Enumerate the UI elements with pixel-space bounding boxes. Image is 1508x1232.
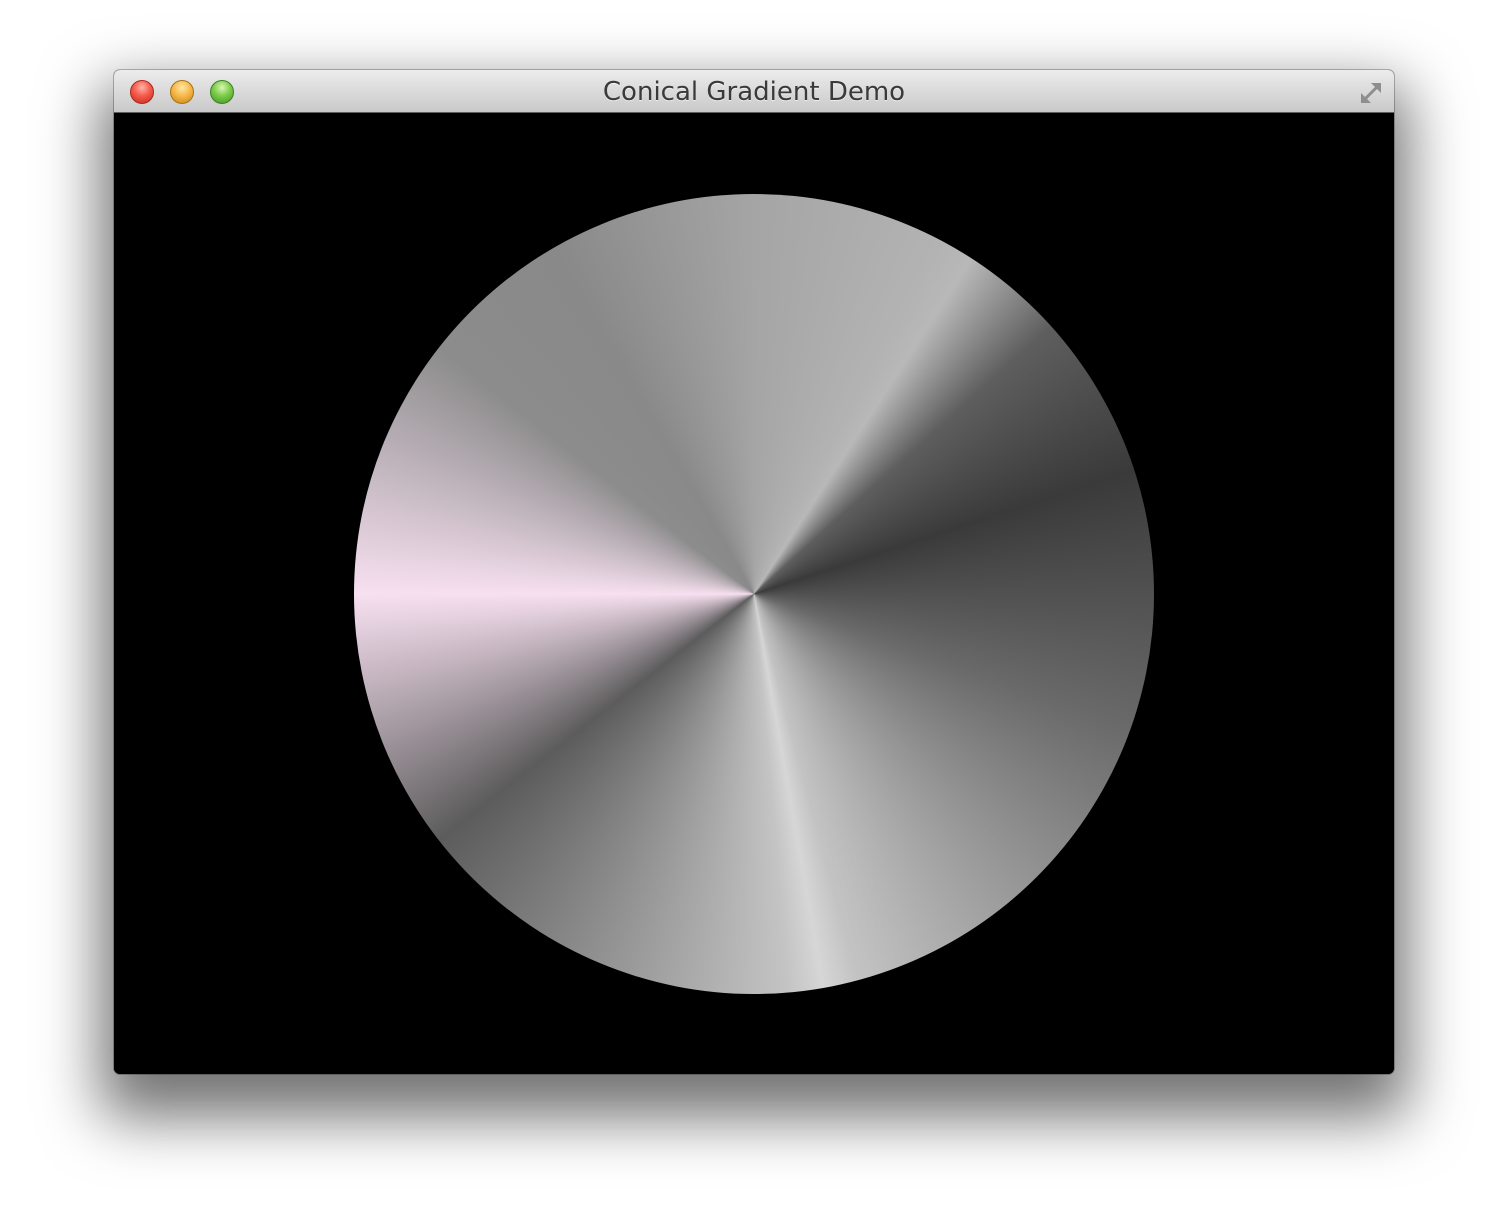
app-window: Conical Gradient Demo [114, 70, 1394, 1074]
window-title: Conical Gradient Demo [602, 77, 906, 107]
fullscreen-arrows-icon [1361, 83, 1381, 103]
drawing-canvas [114, 113, 1394, 1074]
conical-gradient-circle [354, 194, 1154, 994]
title-bar[interactable]: Conical Gradient Demo [114, 70, 1394, 113]
fullscreen-icon[interactable] [1356, 78, 1386, 108]
